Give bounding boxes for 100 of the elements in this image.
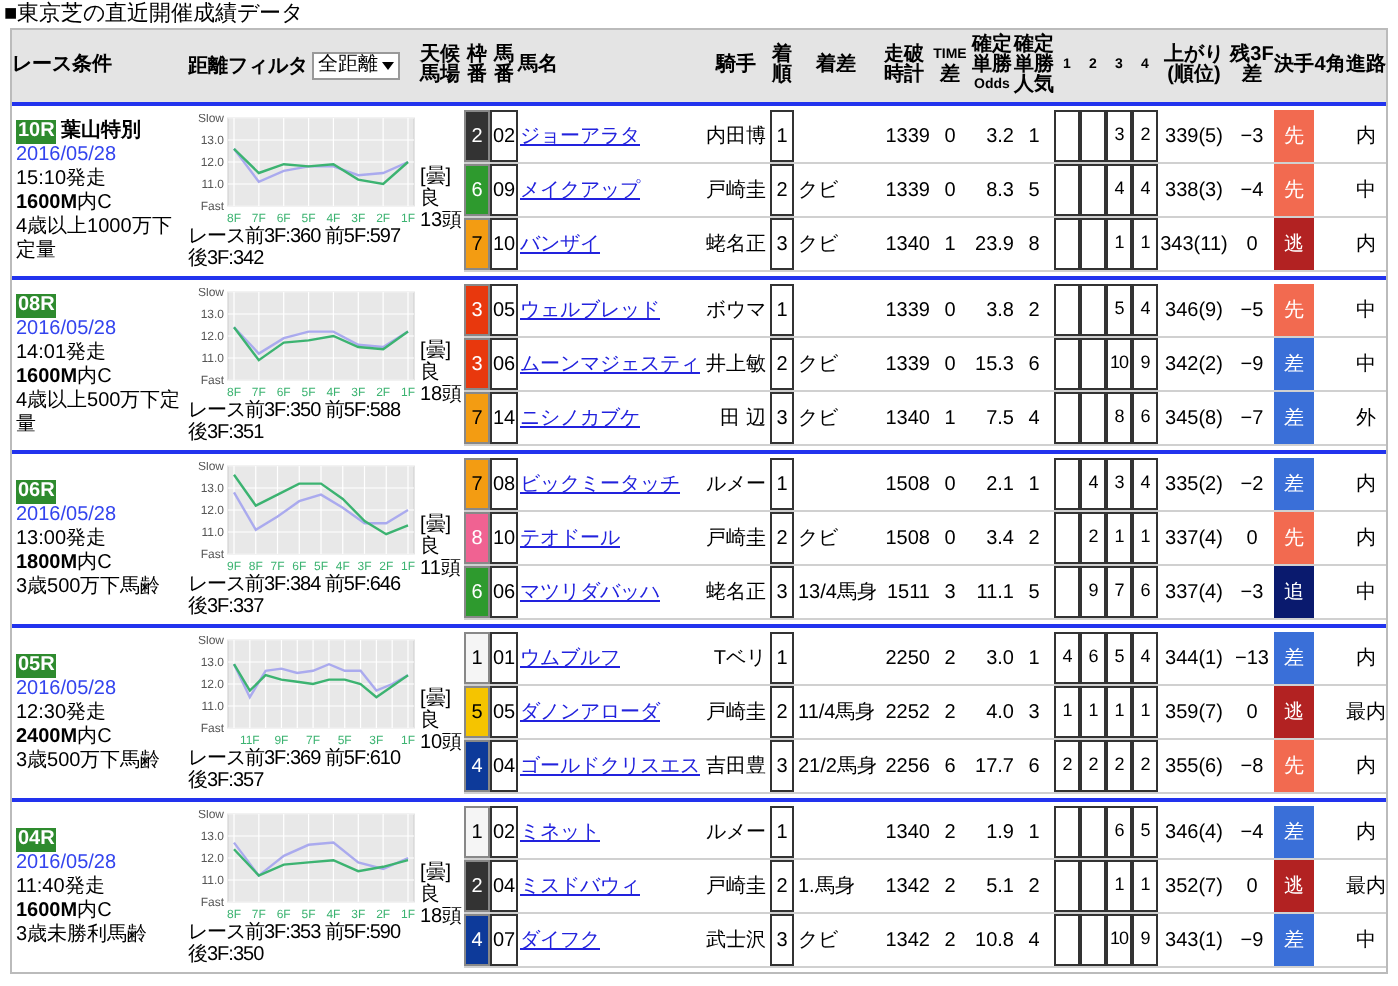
jockey-name: 内田博 (704, 123, 768, 151)
popularity-rank: 8 (1026, 231, 1042, 259)
time-difference: 2 (942, 873, 958, 901)
runner-count: 10頭 (420, 732, 463, 754)
finish-time: 1339 (883, 123, 930, 151)
course-route: 内 (1354, 525, 1378, 553)
horse-name-link[interactable]: ミネット (520, 817, 600, 847)
horse-name-link[interactable]: ミスドバウィ (520, 871, 640, 901)
passing-position: 6 (1132, 566, 1158, 618)
horse-name-link[interactable]: メイクアップ (520, 175, 640, 205)
frame-number: 2 (464, 110, 490, 162)
going-text: 良 (420, 710, 440, 732)
horse-name-link[interactable]: ゴールドクリスエス (520, 751, 700, 781)
odds-value: 23.9 (973, 231, 1014, 259)
last-3f-time: 345(8) (1163, 405, 1225, 433)
going-text: 良 (420, 536, 440, 558)
time-difference: 2 (942, 645, 958, 673)
column-header: 決手 (1274, 56, 1314, 76)
horse-name-link[interactable]: ムーンマジェスティ (520, 349, 700, 379)
split-times: レース前3F:369 前5F:610 後3F:357 (188, 747, 403, 791)
horse-name-link[interactable]: バンザイ (520, 229, 600, 259)
passing-position: 1 (1132, 686, 1158, 738)
passing-position (1054, 284, 1080, 336)
race-condition: 3歳未勝利馬齢 (16, 923, 150, 947)
finish-place: 1 (770, 284, 794, 336)
finish-place: 1 (770, 458, 794, 510)
popularity-rank: 5 (1026, 579, 1042, 607)
passing-position (1080, 860, 1106, 912)
passing-position: 4 (1132, 164, 1158, 216)
finish-time: 1508 (883, 471, 930, 499)
last-3f-time: 342(2) (1163, 351, 1225, 379)
jockey-name: 田 辺 (718, 405, 768, 433)
start-time: 14:01発走 (16, 341, 109, 365)
horse-name-link[interactable]: ウェルブレッド (520, 295, 660, 325)
finish-time: 2252 (883, 699, 930, 727)
course-text: 内C (77, 725, 112, 749)
jockey-name: 蛯名正 (704, 579, 768, 607)
odds-value: 8.3 (984, 177, 1014, 205)
horse-name-link[interactable]: ウムブルフ (520, 643, 620, 673)
time-difference: 2 (942, 699, 958, 727)
frame-number: 3 (464, 284, 490, 336)
race-name: 葉山特別 (60, 119, 141, 143)
horse-name-link[interactable]: マツリダバッハ (520, 577, 660, 607)
weather-text: [曇] (420, 514, 452, 536)
passing-position (1054, 458, 1080, 510)
passing-position: 2 (1132, 110, 1158, 162)
horse-name-link[interactable]: テオドール (520, 523, 620, 553)
horse-name-link[interactable]: ジョーアラタ (520, 121, 640, 151)
passing-position: 10 (1106, 914, 1132, 966)
race-date: 2016/05/28 (16, 503, 119, 527)
horse-name-link[interactable]: ダイフク (520, 925, 600, 955)
passing-position (1080, 164, 1106, 216)
margin-text: 11/4馬身 (798, 699, 876, 727)
last-3f-difference: −8 (1238, 753, 1266, 781)
race-number-badge: 10R (16, 119, 57, 143)
horse-number: 06 (490, 338, 518, 390)
distance-filter-select[interactable]: 全距離 (312, 52, 400, 80)
page-title: ■東京芝の直近開催成績データ (2, 0, 304, 28)
last-3f-time: 344(1) (1163, 645, 1225, 673)
going-text: 良 (420, 188, 440, 210)
finish-place: 1 (770, 632, 794, 684)
passing-position: 4 (1106, 164, 1132, 216)
course-route: 内 (1354, 123, 1378, 151)
column-header: 騎手 (713, 56, 758, 76)
finish-place: 3 (770, 392, 794, 444)
passing-position: 6 (1080, 632, 1106, 684)
time-difference: 1 (942, 405, 958, 433)
race-number-badge: 04R (16, 827, 57, 851)
last-3f-time: 346(9) (1163, 297, 1225, 325)
jockey-name: 井上敏 (704, 351, 768, 379)
passing-position: 1 (1106, 218, 1132, 270)
race-number-badge: 06R (16, 479, 57, 503)
time-difference: 0 (942, 525, 958, 553)
last-3f-time: 343(11) (1158, 231, 1230, 259)
horse-name-link[interactable]: ビックミータッチ (520, 469, 680, 499)
last-3f-difference: 0 (1244, 525, 1260, 553)
time-difference: 2 (942, 819, 958, 847)
popularity-rank: 1 (1026, 471, 1042, 499)
jockey-name: 吉田豊 (704, 753, 768, 781)
race-number-badge: 05R (16, 653, 57, 677)
finish-place: 3 (770, 218, 794, 270)
popularity-rank: 2 (1026, 873, 1042, 901)
horse-name-link[interactable]: ニシノカブケ (520, 403, 640, 433)
finish-time: 1340 (883, 231, 930, 259)
passing-position: 8 (1106, 392, 1132, 444)
horse-name-link[interactable]: ダノンアローダ (520, 697, 660, 727)
runner-count: 18頭 (420, 384, 463, 406)
jockey-name: Tベリ (711, 645, 768, 673)
time-difference: 0 (942, 297, 958, 325)
last-3f-time: 338(3) (1163, 177, 1225, 205)
course-route: 内 (1354, 231, 1378, 259)
frame-number: 6 (464, 164, 490, 216)
finish-time: 1508 (883, 525, 930, 553)
time-difference: 0 (942, 471, 958, 499)
frame-number: 6 (464, 566, 490, 618)
passing-position: 4 (1080, 458, 1106, 510)
passing-position: 9 (1132, 914, 1158, 966)
horse-number: 05 (490, 284, 518, 336)
race-condition: 4歳以上1000万下定量 (16, 215, 174, 263)
course-route: 中 (1354, 927, 1378, 955)
